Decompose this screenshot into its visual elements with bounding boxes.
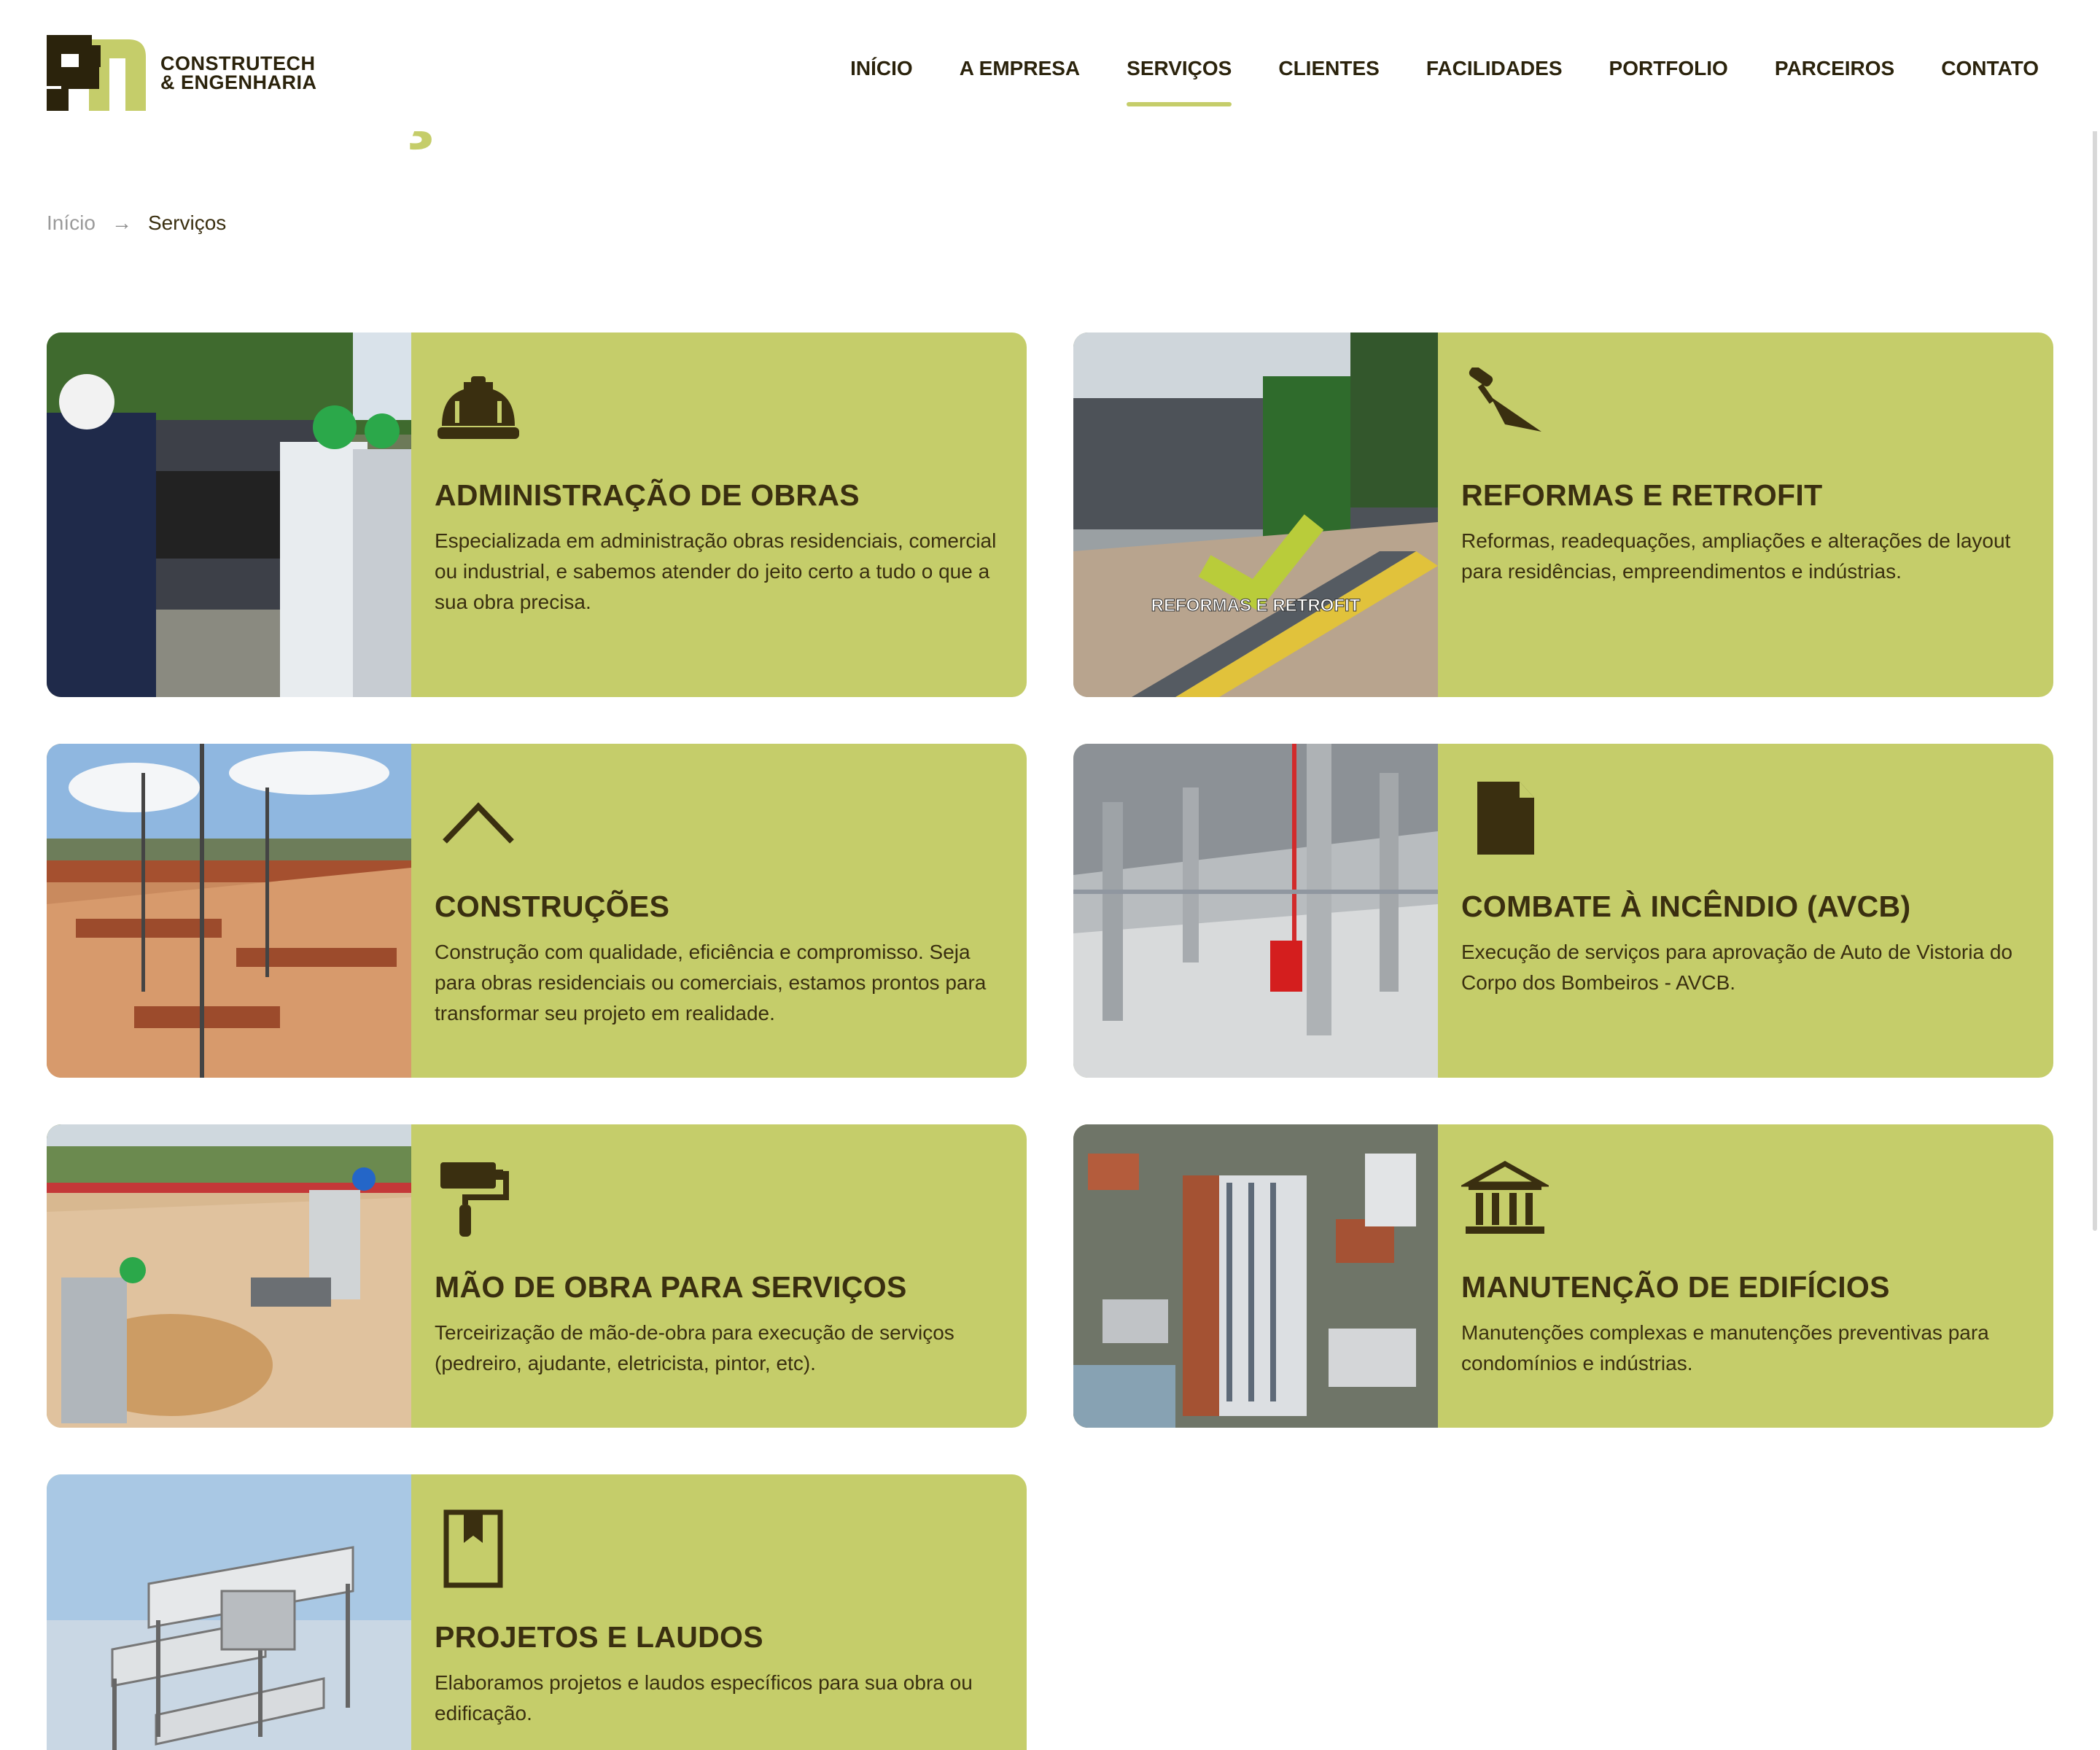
service-photo [47,744,411,1078]
hard-hat-icon [438,376,519,439]
brand-name: CONSTRUTECH [160,52,316,74]
service-description: Especializada em administração obras res… [435,529,997,613]
photo-caption: REFORMAS E RETROFIT [1151,596,1361,615]
nav-portfolio[interactable]: PORTFOLIO [1609,57,1728,80]
service-card-reformas[interactable]: REFORMAS E RETROFIT REFORMAS E RETROFIT … [1073,332,2053,697]
service-photo [1073,1124,1438,1428]
service-title: CONSTRUÇÕES [435,890,670,923]
trowel-icon [1469,368,1541,432]
breadcrumb: Início → Serviços [47,211,226,235]
breadcrumb-home-link[interactable]: Início [47,211,96,235]
service-card-projetos[interactable]: PROJETOS E LAUDOS Elaboramos projetos e … [47,1474,1027,1750]
nav-a-empresa[interactable]: A EMPRESA [960,57,1080,80]
service-title: MÃO DE OBRA PARA SERVIÇOS [435,1270,907,1304]
service-photo [47,332,411,697]
service-title: ADMINISTRAÇÃO DE OBRAS [435,478,860,512]
service-card-administracao[interactable]: ADMINISTRAÇÃO DE OBRAS Especializada em … [47,332,1027,697]
building-columns-icon [1461,1160,1549,1234]
service-description: Elaboramos projetos e laudos específicos… [435,1671,973,1724]
brand-logo[interactable]: CONSTRUTECH & ENGENHARIA [47,35,324,111]
service-card-construcoes[interactable]: CONSTRUÇÕES Construção com qualidade, ef… [47,744,1027,1078]
service-title: PROJETOS E LAUDOS [435,1620,763,1654]
chevron-up-icon [443,802,514,844]
breadcrumb-current: Serviços [147,211,227,234]
nav-clientes[interactable]: CLIENTES [1278,57,1379,80]
service-description: Terceirização de mão-de-obra para execuç… [435,1321,954,1374]
site-header: CONSTRUTECH & ENGENHARIA INÍCIO A EMPRES… [0,0,2100,131]
paint-roller-icon [440,1162,509,1237]
service-card-manutencao[interactable]: MANUTENÇÃO DE EDIFÍCIOS Manutenções comp… [1073,1124,2053,1428]
logo-mark-icon [47,35,146,111]
service-description: Construção com qualidade, eficiência e c… [435,941,987,1024]
nav-parceiros[interactable]: PARCEIROS [1775,57,1894,80]
service-photo [47,1474,411,1750]
page-scrollbar[interactable] [2093,93,2097,1231]
nav-inicio[interactable]: INÍCIO [850,57,913,80]
arrow-right-icon: → [111,211,132,234]
service-title: MANUTENÇÃO DE EDIFÍCIOS [1461,1270,1890,1304]
book-bookmark-icon [443,1509,503,1588]
service-title: REFORMAS E RETROFIT [1461,478,1823,512]
nav-servicos[interactable]: SERVIÇOS [1127,57,1232,106]
service-description: Manutenções complexas e manutenções prev… [1461,1321,1989,1374]
service-card-mao-de-obra[interactable]: MÃO DE OBRA PARA SERVIÇOS Terceirização … [47,1124,1027,1428]
main-nav: INÍCIO A EMPRESA SERVIÇOS CLIENTES FACIL… [804,57,2039,106]
brand-subtitle: & ENGENHARIA [160,71,317,93]
service-photo: REFORMAS E RETROFIT [1073,332,1438,697]
service-photo [47,1124,411,1428]
nav-contato[interactable]: CONTATO [1941,57,2039,80]
nav-facilidades[interactable]: FACILIDADES [1426,57,1563,80]
service-card-avcb[interactable]: COMBATE À INCÊNDIO (AVCB) Execução de se… [1073,744,2053,1078]
service-description: Execução de serviços para aprovação de A… [1461,941,2012,994]
document-icon [1477,782,1534,855]
service-title: COMBATE À INCÊNDIO (AVCB) [1461,890,1911,923]
service-description: Reformas, readequações, ampliações e alt… [1461,529,2011,583]
service-photo [1073,744,1438,1078]
